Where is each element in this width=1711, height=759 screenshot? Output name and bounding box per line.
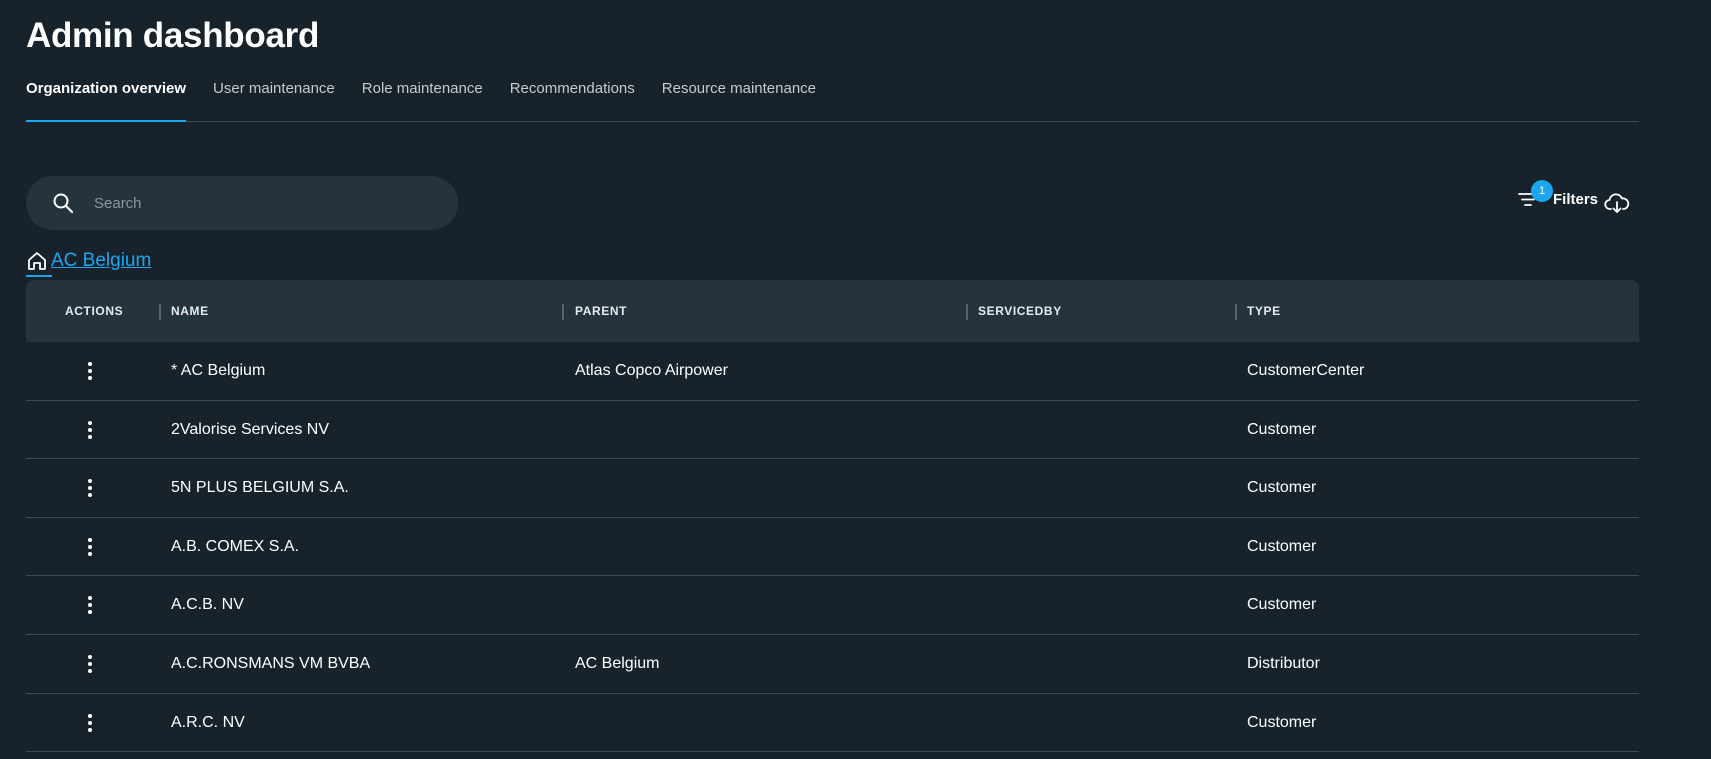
cell-name: 5N PLUS BELGIUM S.A. [171, 479, 349, 497]
breadcrumb-link-ac-belgium[interactable]: AC Belgium [51, 250, 151, 272]
organization-table: ACTIONS NAME PARENT SERVICEDBY TYPE * AC… [26, 280, 1639, 753]
table-row[interactable]: A.R.C. NV Customer [26, 694, 1639, 753]
row-actions-menu-icon[interactable] [80, 536, 100, 558]
column-resize-handle[interactable] [966, 304, 968, 320]
tab-recommendations[interactable]: Recommendations [510, 78, 635, 121]
tab-bar: Organization overview User maintenance R… [26, 78, 1639, 122]
table-row[interactable]: A.B. COMEX S.A. Customer [26, 518, 1639, 577]
search-icon [53, 193, 74, 214]
cell-parent: AC Belgium [575, 654, 660, 672]
tab-user-maintenance[interactable]: User maintenance [213, 78, 335, 121]
cell-type: Customer [1247, 713, 1317, 731]
column-resize-handle[interactable] [562, 304, 564, 320]
page-title: Admin dashboard [26, 16, 320, 55]
table-row[interactable]: A.C.RONSMANS VM BVBA AC Belgium Distribu… [26, 635, 1639, 694]
row-actions-menu-icon[interactable] [80, 419, 100, 441]
admin-dashboard-page: Admin dashboard Organization overview Us… [0, 0, 1711, 759]
row-actions-menu-icon[interactable] [80, 594, 100, 616]
filters-label: Filters [1553, 190, 1599, 208]
cell-type: Customer [1247, 537, 1317, 555]
cell-type: Distributor [1247, 654, 1320, 672]
home-icon[interactable] [26, 250, 48, 272]
row-actions-menu-icon[interactable] [80, 653, 100, 675]
table-body: * AC Belgium Atlas Copco Airpower Custom… [26, 342, 1639, 753]
cell-name: A.B. COMEX S.A. [171, 537, 300, 555]
filter-count-badge: 1 [1531, 180, 1553, 202]
row-actions-menu-icon[interactable] [80, 477, 100, 499]
cell-name: A.C.B. NV [171, 596, 244, 614]
table-row[interactable]: * AC Belgium Atlas Copco Airpower Custom… [26, 342, 1639, 401]
column-header-name[interactable]: NAME [171, 280, 209, 342]
cell-type: Customer [1247, 596, 1317, 614]
column-header-parent[interactable]: PARENT [575, 280, 627, 342]
column-header-actions: ACTIONS [65, 304, 124, 318]
cell-name: A.R.C. NV [171, 713, 245, 731]
cell-type: Customer [1247, 479, 1317, 497]
table-row[interactable]: 2Valorise Services NV Customer [26, 401, 1639, 460]
row-actions-menu-icon[interactable] [80, 712, 100, 734]
row-actions-menu-icon[interactable] [80, 360, 100, 382]
tab-resource-maintenance[interactable]: Resource maintenance [662, 78, 816, 121]
search-input[interactable] [94, 188, 434, 218]
table-header: ACTIONS NAME PARENT SERVICEDBY TYPE [26, 280, 1639, 342]
cloud-download-icon[interactable] [1604, 192, 1630, 214]
filters-button[interactable]: 1 Filters [1517, 180, 1599, 208]
cell-name: 2Valorise Services NV [171, 420, 329, 438]
breadcrumb: AC Belgium [26, 250, 151, 272]
cell-type: Customer [1247, 420, 1317, 438]
column-header-type[interactable]: TYPE [1247, 280, 1281, 342]
cell-name: A.C.RONSMANS VM BVBA [171, 654, 371, 672]
cell-parent: Atlas Copco Airpower [575, 362, 728, 379]
cell-type: CustomerCenter [1247, 362, 1365, 379]
tab-organization-overview[interactable]: Organization overview [26, 78, 187, 122]
breadcrumb-home-underline [26, 275, 52, 277]
table-row[interactable]: 5N PLUS BELGIUM S.A. Customer [26, 459, 1639, 518]
column-resize-handle[interactable] [159, 304, 161, 320]
column-header-servicedby[interactable]: SERVICEDBY [978, 280, 1062, 342]
column-resize-handle[interactable] [1235, 304, 1237, 320]
table-row[interactable]: A.C.B. NV Customer [26, 576, 1639, 635]
tab-role-maintenance[interactable]: Role maintenance [362, 78, 483, 121]
cell-name: * AC Belgium [171, 362, 266, 379]
search-box [26, 176, 458, 230]
